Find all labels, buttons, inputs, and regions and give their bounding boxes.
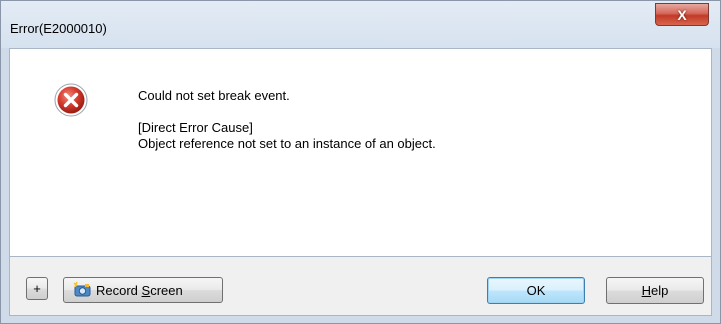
error-cause-detail: Object reference not set to an instance … [138,136,436,151]
help-button[interactable]: Help [606,277,704,304]
message-area: Could not set break event. [Direct Error… [9,48,712,257]
error-icon [54,83,88,117]
help-label: Help [641,283,669,298]
close-icon: X [677,6,687,23]
ok-label: OK [526,283,546,298]
title-bar[interactable]: Error(E2000010) X [1,1,720,48]
record-screen-label: Record Screen [96,282,183,298]
close-button[interactable]: X [655,3,709,26]
ok-button[interactable]: OK [487,277,585,304]
record-screen-button[interactable]: Record Screen [63,277,223,303]
button-bar: + Record Screen OK Help [9,257,712,316]
dialog-title: Error(E2000010) [10,21,107,36]
error-message: Could not set break event. [138,88,290,103]
expand-button[interactable]: + [26,277,48,300]
error-dialog: Error(E2000010) X Could not set break ev… [0,0,721,324]
expand-label: + [33,281,41,296]
camera-icon [73,281,91,297]
error-cause-heading: [Direct Error Cause] [138,120,253,135]
